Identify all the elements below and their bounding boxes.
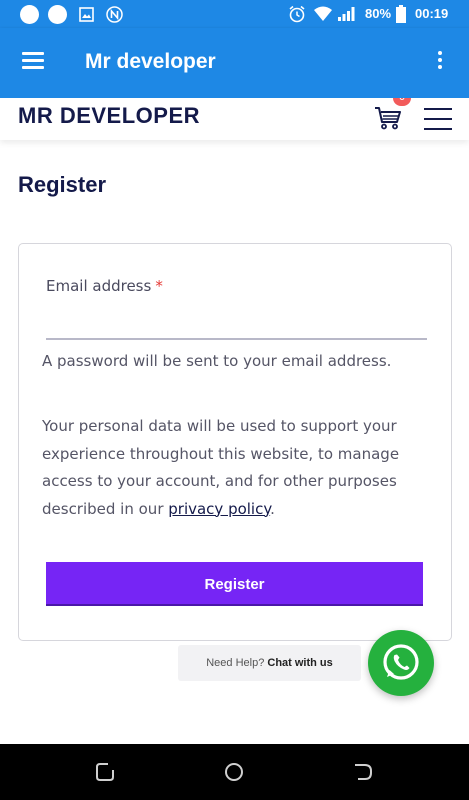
email-label: Email address *	[46, 277, 163, 295]
image-icon	[79, 7, 94, 22]
site-header: MR DEVELOPER 0	[0, 98, 469, 140]
password-note: A password will be sent to your email ad…	[42, 352, 392, 370]
privacy-policy-link[interactable]: privacy policy	[168, 500, 270, 518]
circle-icon	[20, 5, 39, 24]
register-form: Email address * A password will be sent t…	[18, 243, 452, 641]
recent-apps-icon[interactable]	[94, 761, 116, 783]
page-title: Register	[18, 172, 107, 197]
hamburger-icon[interactable]	[22, 52, 44, 69]
app-bar: Mr developer	[0, 28, 469, 98]
clock: 00:19	[415, 6, 449, 21]
back-icon[interactable]	[352, 761, 374, 783]
privacy-notice: Your personal data will be used to suppo…	[42, 413, 427, 523]
email-label-text: Email address	[46, 277, 152, 295]
register-button[interactable]: Register	[46, 562, 423, 606]
battery-icon	[396, 5, 406, 23]
web-content: MR DEVELOPER 0 Register Email address* A…	[0, 98, 469, 744]
email-field[interactable]	[46, 310, 427, 340]
help-action: Chat with us	[267, 657, 333, 669]
circle-icon	[48, 5, 67, 24]
more-vert-icon[interactable]	[436, 51, 444, 73]
status-bar: 80% 00:19	[0, 0, 469, 28]
app-title: Mr developer	[85, 50, 216, 73]
help-prefix: Need Help?	[206, 657, 265, 669]
site-logo[interactable]: MR DEVELOPER	[18, 103, 200, 129]
privacy-text-end: .	[270, 499, 275, 518]
alarm-icon	[289, 5, 305, 23]
wifi-icon	[314, 6, 332, 21]
required-marker: *	[155, 277, 163, 295]
cart-icon[interactable]	[374, 106, 402, 130]
whatsapp-icon	[383, 644, 419, 680]
battery-percent: 80%	[365, 6, 392, 21]
home-icon[interactable]	[223, 761, 245, 783]
cart-count-badge: 0	[393, 98, 411, 106]
whatsapp-button[interactable]	[368, 630, 434, 696]
chat-help-chip[interactable]: Need Help? Chat with us	[178, 645, 361, 681]
hamburger-icon[interactable]	[424, 108, 452, 130]
signal-icon	[338, 7, 355, 21]
system-nav-bar	[0, 744, 469, 800]
n-icon	[106, 6, 123, 23]
